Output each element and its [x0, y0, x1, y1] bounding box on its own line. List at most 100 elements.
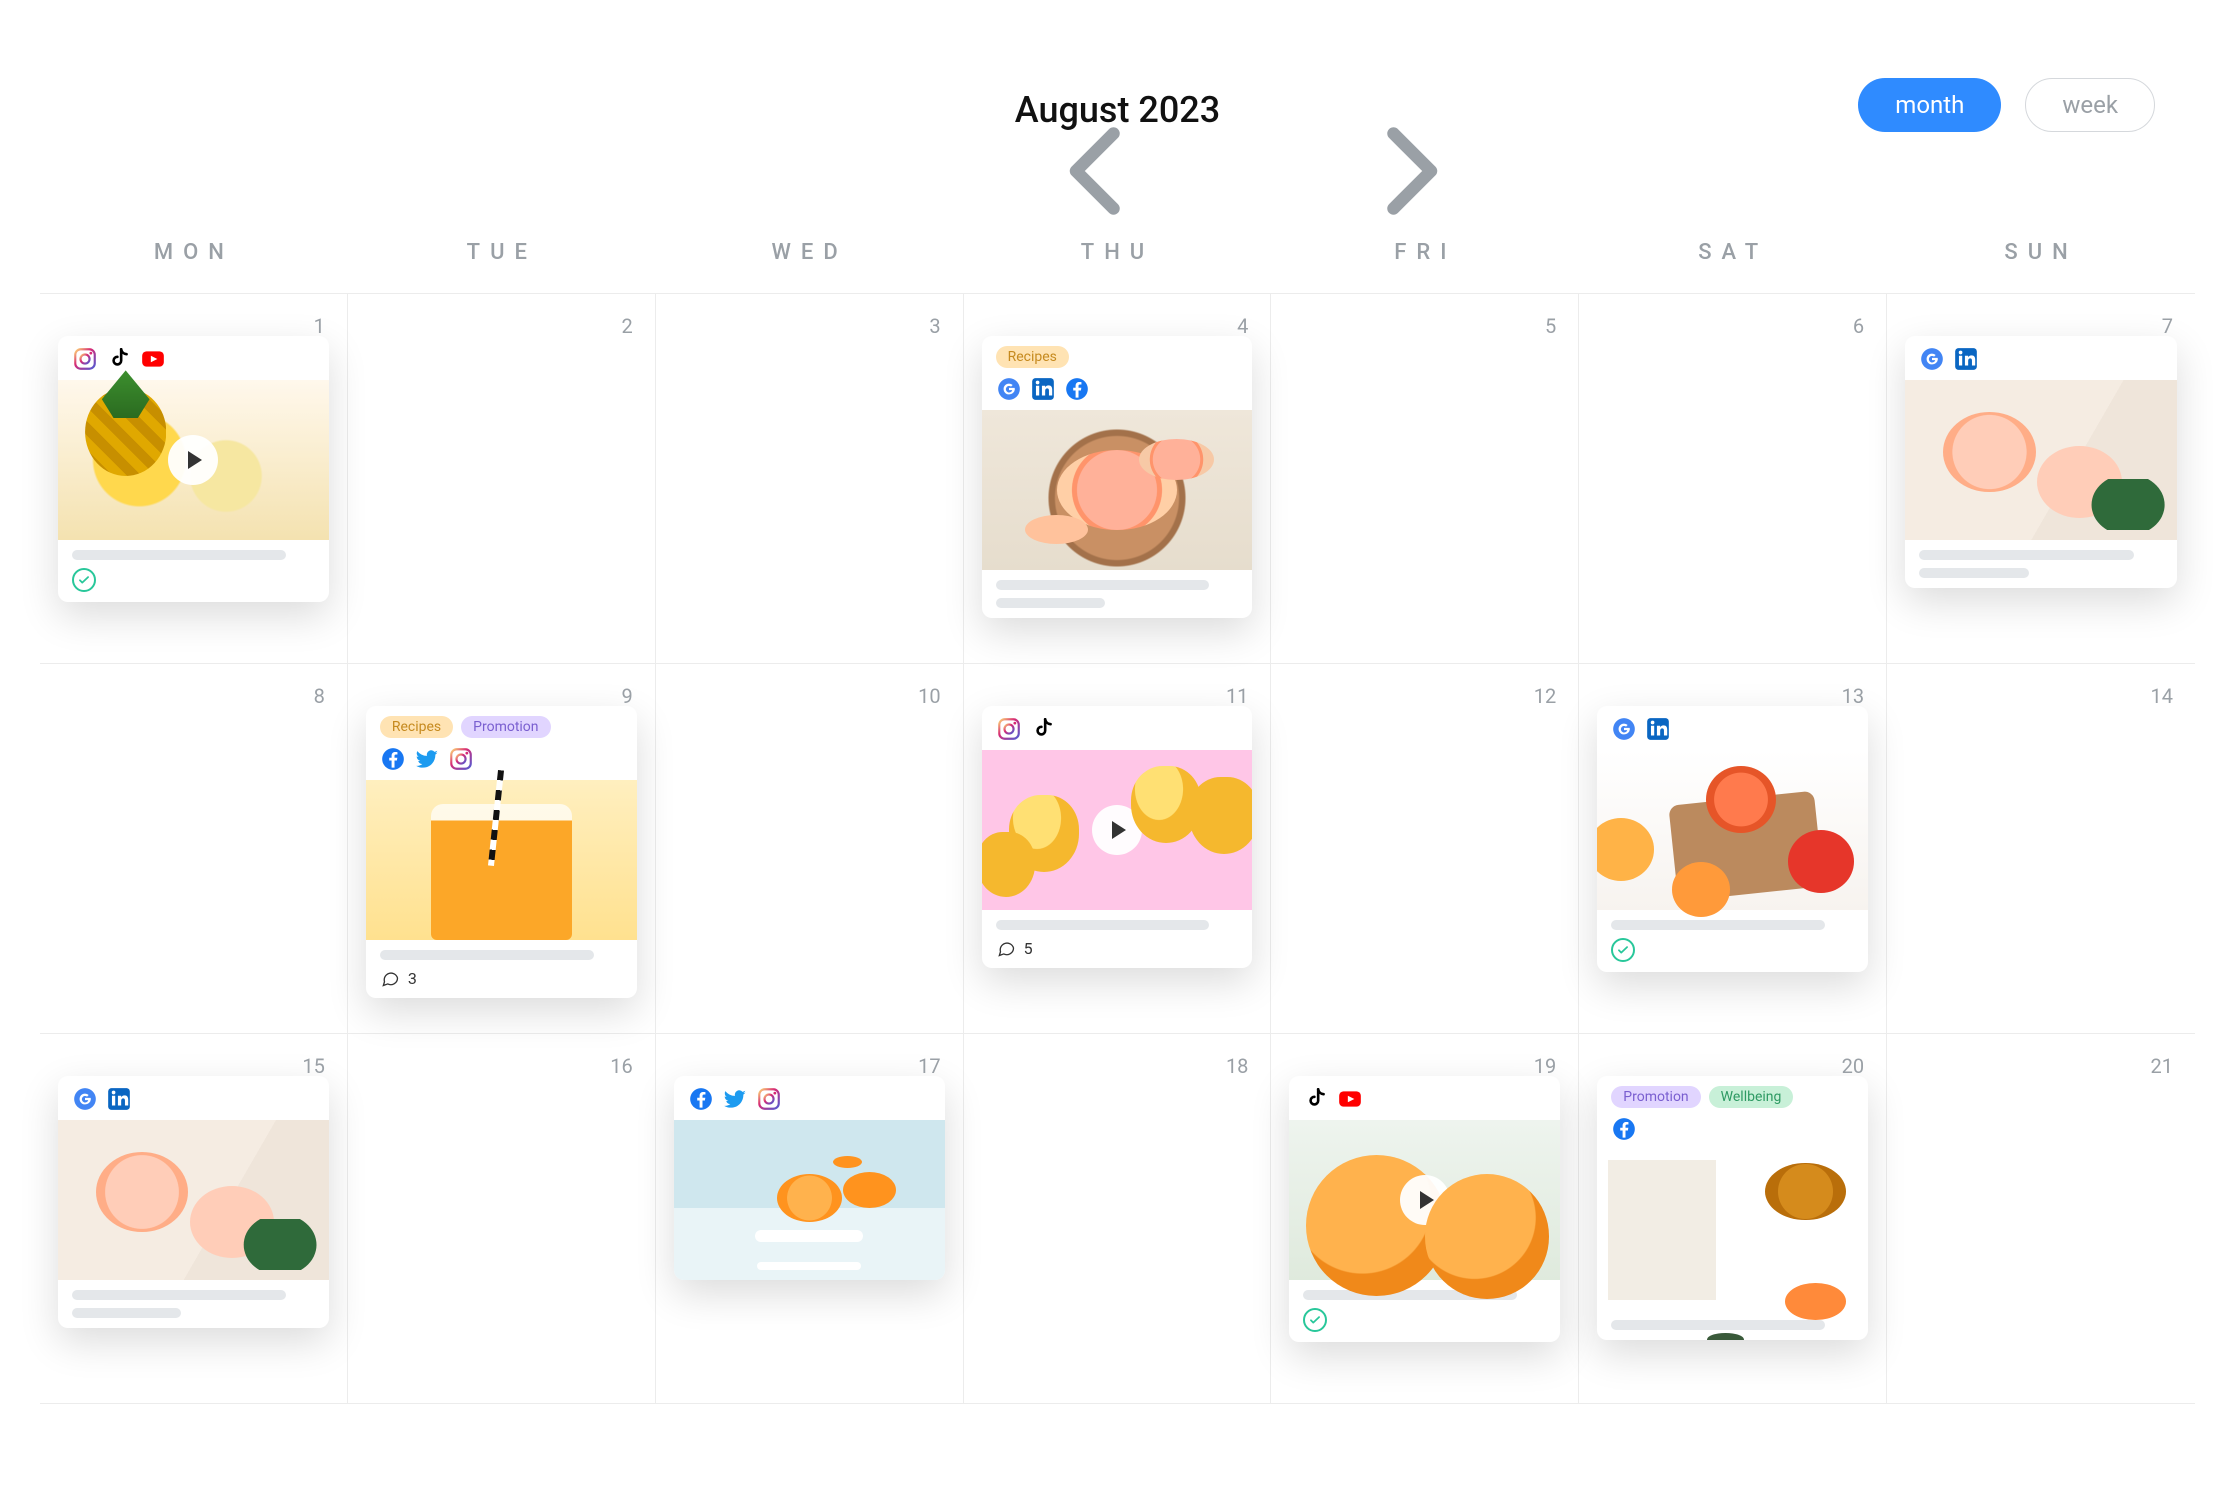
placeholder-line	[1919, 550, 2134, 560]
day-number: 7	[2162, 314, 2173, 338]
day-cell[interactable]: 10	[656, 664, 964, 1034]
post-platforms	[72, 1086, 315, 1112]
prev-month-button[interactable]	[951, 96, 979, 124]
youtube-icon	[140, 346, 166, 372]
post-platforms	[1611, 1116, 1854, 1142]
post-card-header: Recipes	[982, 336, 1253, 410]
day-cell[interactable]: 21	[1887, 1034, 2195, 1404]
day-number: 12	[1534, 684, 1556, 708]
day-number: 17	[918, 1054, 940, 1078]
post-card-header	[982, 706, 1253, 750]
day-cell[interactable]: 16	[348, 1034, 656, 1404]
post-card-footer	[58, 540, 329, 602]
twitter-icon	[722, 1086, 748, 1112]
post-thumbnail[interactable]	[366, 780, 637, 940]
post-card[interactable]	[1905, 336, 2177, 588]
day-cell[interactable]: 20PromotionWellbeing	[1579, 1034, 1887, 1404]
day-cell[interactable]: 18	[964, 1034, 1272, 1404]
day-cell[interactable]: 13	[1579, 664, 1887, 1034]
post-thumbnail[interactable]	[1597, 750, 1868, 910]
day-number: 18	[1226, 1054, 1248, 1078]
day-cell[interactable]: 11 5	[964, 664, 1272, 1034]
post-thumbnail[interactable]	[982, 410, 1253, 570]
tag-recipes: Recipes	[380, 716, 453, 738]
comments-indicator[interactable]: 3	[380, 968, 623, 988]
post-thumbnail[interactable]	[1289, 1120, 1560, 1280]
day-cell[interactable]: 4Recipes	[964, 294, 1272, 664]
comments-indicator[interactable]: 5	[996, 938, 1239, 958]
day-cell[interactable]: 3	[656, 294, 964, 664]
day-cell[interactable]: 8	[40, 664, 348, 1034]
post-tags: RecipesPromotion	[380, 716, 623, 738]
post-caption-placeholder	[72, 550, 315, 560]
placeholder-line	[996, 580, 1210, 590]
day-cell[interactable]: 5	[1271, 294, 1579, 664]
day-number: 16	[610, 1054, 632, 1078]
post-card[interactable]: PromotionWellbeing	[1597, 1076, 1868, 1340]
post-caption-placeholder	[996, 580, 1239, 608]
calendar-page: August 2023 month week MONTUEWEDTHUFRISA…	[0, 0, 2235, 1495]
post-card[interactable]	[674, 1076, 945, 1280]
post-platforms	[1919, 346, 2163, 372]
day-number: 3	[929, 314, 940, 338]
post-card[interactable]: Recipes	[982, 336, 1253, 618]
day-cell[interactable]: 15	[40, 1034, 348, 1404]
day-cell[interactable]: 9RecipesPromotion3	[348, 664, 656, 1034]
month-nav: August 2023	[951, 89, 1284, 131]
day-number: 21	[2151, 1054, 2173, 1078]
post-thumbnail[interactable]	[982, 750, 1253, 910]
post-platforms	[380, 746, 623, 772]
day-cell[interactable]: 17	[656, 1034, 964, 1404]
day-cell[interactable]: 12	[1271, 664, 1579, 1034]
google-icon	[72, 1086, 98, 1112]
calendar-grid: 1234Recipes56789RecipesPromotion31011512…	[40, 294, 2195, 1404]
post-thumbnail[interactable]	[674, 1120, 945, 1280]
day-cell[interactable]: 2	[348, 294, 656, 664]
post-thumbnail[interactable]	[1905, 380, 2177, 540]
placeholder-line	[1919, 568, 2029, 578]
post-platforms	[1611, 716, 1854, 742]
play-icon[interactable]	[168, 435, 218, 485]
post-card-header	[674, 1076, 945, 1120]
view-toggle: month week	[1858, 78, 2155, 132]
day-cell[interactable]: 6	[1579, 294, 1887, 664]
day-cell[interactable]: 14	[1887, 664, 2195, 1034]
day-cell[interactable]: 7	[1887, 294, 2195, 664]
instagram-icon	[448, 746, 474, 772]
placeholder-line	[1611, 1320, 1825, 1330]
google-icon	[996, 376, 1022, 402]
day-number: 13	[1842, 684, 1864, 708]
post-tags: Recipes	[996, 346, 1239, 368]
post-card-header: PromotionWellbeing	[1597, 1076, 1868, 1150]
day-number: 6	[1853, 314, 1864, 338]
next-month-button[interactable]	[1256, 96, 1284, 124]
post-card-header	[58, 336, 329, 380]
play-icon[interactable]	[1092, 805, 1142, 855]
post-thumbnail[interactable]	[58, 380, 329, 540]
post-caption-placeholder	[72, 1290, 315, 1318]
post-card[interactable]	[1289, 1076, 1560, 1342]
post-card[interactable]: 5	[982, 706, 1253, 968]
day-number: 15	[302, 1054, 324, 1078]
linkedin-icon	[1953, 346, 1979, 372]
day-number: 11	[1226, 684, 1248, 708]
view-month-button[interactable]: month	[1858, 78, 2001, 132]
weekday-label: WED	[656, 240, 964, 265]
weekday-label: MON	[40, 240, 348, 265]
approved-status	[72, 568, 315, 592]
post-card[interactable]	[58, 336, 329, 602]
post-caption-placeholder	[1919, 550, 2163, 578]
post-card[interactable]	[58, 1076, 329, 1328]
post-thumbnail[interactable]	[1597, 1150, 1868, 1310]
post-thumbnail[interactable]	[58, 1120, 329, 1280]
day-cell[interactable]: 19	[1271, 1034, 1579, 1404]
play-icon[interactable]	[1400, 1175, 1450, 1225]
post-card[interactable]: RecipesPromotion 3	[366, 706, 637, 998]
calendar-header: August 2023 month week	[40, 60, 2195, 160]
post-card[interactable]	[1597, 706, 1868, 972]
view-week-button[interactable]: week	[2025, 78, 2155, 132]
day-cell[interactable]: 1	[40, 294, 348, 664]
tiktok-icon	[1030, 716, 1056, 742]
post-tags: PromotionWellbeing	[1611, 1086, 1854, 1108]
linkedin-icon	[1030, 376, 1056, 402]
